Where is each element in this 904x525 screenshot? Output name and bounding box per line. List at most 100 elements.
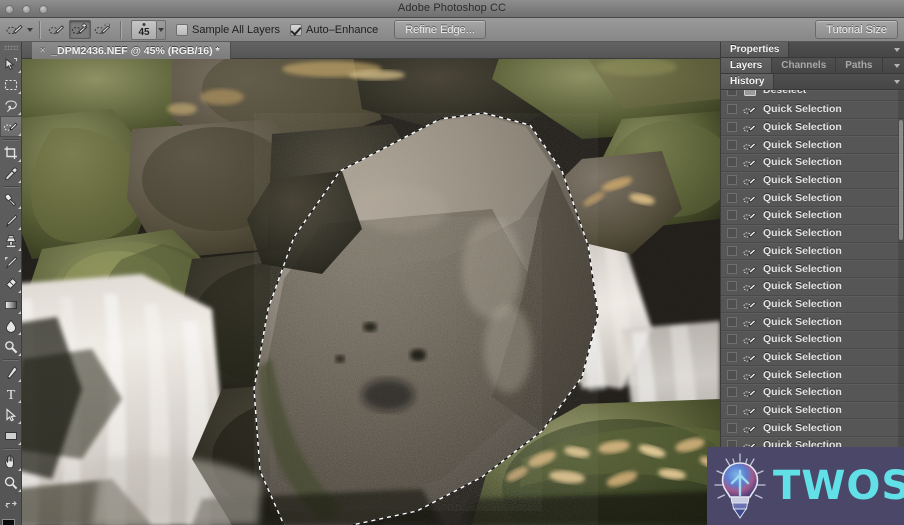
chevron-down-icon[interactable]: [27, 27, 33, 32]
tab-layers[interactable]: Layers: [721, 58, 773, 73]
history-snapshot-source-toggle[interactable]: [727, 90, 737, 96]
blur-tool[interactable]: [0, 315, 22, 336]
history-state-row[interactable]: Quick Selection: [721, 278, 904, 296]
tool-preset-picker[interactable]: [6, 22, 33, 38]
history-state-row[interactable]: Quick Selection: [721, 154, 904, 172]
quick-selection-icon: [743, 174, 757, 186]
tools-divider-1: [2, 139, 19, 140]
horizontal-type-tool[interactable]: T: [0, 383, 22, 404]
tab-channels[interactable]: Channels: [772, 58, 837, 73]
foreground-color-swatch[interactable]: [2, 519, 15, 525]
crop-tool[interactable]: [0, 142, 22, 163]
history-state-row[interactable]: Quick Selection: [721, 313, 904, 331]
pen-tool[interactable]: [0, 362, 22, 383]
history-state-row[interactable]: Quick Selection: [721, 207, 904, 225]
history-state-row[interactable]: Quick Selection: [721, 296, 904, 314]
history-snapshot-source-toggle[interactable]: [727, 245, 737, 256]
history-scrollbar-thumb[interactable]: [899, 120, 903, 240]
lightbulb-icon: [711, 451, 769, 521]
tools-panel-grip[interactable]: [3, 45, 18, 50]
hand-tool[interactable]: [0, 451, 22, 472]
clone-stamp-tool[interactable]: [0, 231, 22, 252]
move-tool[interactable]: [0, 53, 22, 74]
refine-edge-button[interactable]: Refine Edge...: [394, 20, 486, 39]
selection-mode-group: [46, 20, 114, 39]
rectangle-tool[interactable]: [0, 425, 22, 446]
history-snapshot-source-toggle[interactable]: [727, 369, 737, 380]
history-state-row[interactable]: Quick Selection: [721, 243, 904, 261]
zoom-tool[interactable]: [0, 472, 22, 493]
history-state-row[interactable]: Quick Selection: [721, 419, 904, 438]
history-snapshot-source-toggle[interactable]: [727, 157, 737, 168]
document-tab[interactable]: × _DPM2436.NEF @ 45% (RGB/16) *: [32, 42, 231, 59]
history-state-row[interactable]: Quick Selection: [721, 101, 904, 119]
eraser-tool[interactable]: [0, 273, 22, 294]
tab-paths[interactable]: Paths: [836, 58, 883, 73]
history-snapshot-source-toggle[interactable]: [727, 210, 737, 221]
history-snapshot-source-toggle[interactable]: [727, 422, 737, 433]
auto-enhance-box[interactable]: [290, 23, 303, 36]
watermark-text: TWOS: [773, 463, 904, 509]
history-snapshot-source-toggle[interactable]: [727, 139, 737, 150]
history-snapshot-source-toggle[interactable]: [727, 263, 737, 274]
history-state-row[interactable]: Quick Selection: [721, 119, 904, 137]
history-state-row[interactable]: Quick Selection: [721, 349, 904, 367]
history-snapshot-source-toggle[interactable]: [727, 175, 737, 186]
quick-selection-icon: [743, 139, 757, 151]
lasso-tool[interactable]: [0, 95, 22, 116]
sample-all-layers-checkbox[interactable]: Sample All Layers: [176, 23, 280, 36]
brush-size-field[interactable]: 45: [131, 19, 166, 40]
document-canvas[interactable]: [22, 59, 720, 525]
history-state-row[interactable]: Quick Selection: [721, 402, 904, 420]
history-snapshot-source-toggle[interactable]: [727, 281, 737, 292]
history-state-row[interactable]: Quick Selection: [721, 384, 904, 402]
panel-menu-icon[interactable]: [894, 63, 900, 68]
history-state-row[interactable]: Quick Selection: [721, 136, 904, 155]
tab-properties[interactable]: Properties: [721, 42, 790, 57]
tab-history[interactable]: History: [721, 74, 775, 89]
auto-enhance-checkbox[interactable]: Auto–Enhance: [290, 23, 378, 36]
history-state-row[interactable]: Quick Selection: [721, 189, 904, 208]
spot-healing-brush-tool[interactable]: [0, 189, 22, 210]
history-snapshot-source-toggle[interactable]: [727, 405, 737, 416]
color-swatches[interactable]: [0, 518, 22, 525]
history-state-row[interactable]: Quick Selection: [721, 225, 904, 243]
history-state-row[interactable]: Quick Selection: [721, 331, 904, 349]
new-selection-button[interactable]: [46, 20, 68, 39]
history-state-row[interactable]: Deselect: [721, 90, 904, 101]
history-snapshot-source-toggle[interactable]: [727, 316, 737, 327]
subtract-from-selection-button[interactable]: [92, 20, 114, 39]
sample-all-layers-box[interactable]: [176, 23, 188, 36]
history-brush-tool[interactable]: [0, 252, 22, 273]
path-selection-tool[interactable]: [0, 404, 22, 425]
gradient-tool[interactable]: [0, 294, 22, 315]
history-snapshot-source-toggle[interactable]: [727, 298, 737, 309]
history-snapshot-source-toggle[interactable]: [727, 228, 737, 239]
add-to-selection-button[interactable]: [69, 20, 91, 39]
rectangular-marquee-tool[interactable]: [0, 74, 22, 95]
edit-toolbar-button[interactable]: [0, 493, 22, 514]
history-state-row[interactable]: Quick Selection: [721, 260, 904, 278]
tools-divider-2: [2, 186, 19, 187]
history-state-row[interactable]: Quick Selection: [721, 172, 904, 190]
panel-menu-icon[interactable]: [894, 79, 900, 84]
history-snapshot-source-toggle[interactable]: [727, 104, 737, 115]
eyedropper-tool[interactable]: [0, 163, 22, 184]
history-state-label: Quick Selection: [763, 174, 842, 187]
history-snapshot-source-toggle[interactable]: [727, 351, 737, 362]
brush-tool[interactable]: [0, 210, 22, 231]
history-state-label: Quick Selection: [763, 315, 842, 328]
dodge-tool[interactable]: [0, 336, 22, 357]
history-snapshot-source-toggle[interactable]: [727, 387, 737, 398]
quick-selection-tool[interactable]: [0, 116, 22, 137]
history-snapshot-source-toggle[interactable]: [727, 334, 737, 345]
history-snapshot-source-toggle[interactable]: [727, 192, 737, 203]
brush-size-stepper[interactable]: [157, 19, 166, 40]
close-icon[interactable]: ×: [40, 46, 45, 55]
tutorial-size-button[interactable]: Tutorial Size: [815, 20, 898, 39]
tools-panel: T: [0, 42, 22, 525]
history-state-row[interactable]: Quick Selection: [721, 366, 904, 384]
history-state-label: Quick Selection: [763, 227, 842, 240]
history-snapshot-source-toggle[interactable]: [727, 122, 737, 133]
panel-menu-icon[interactable]: [894, 47, 900, 52]
